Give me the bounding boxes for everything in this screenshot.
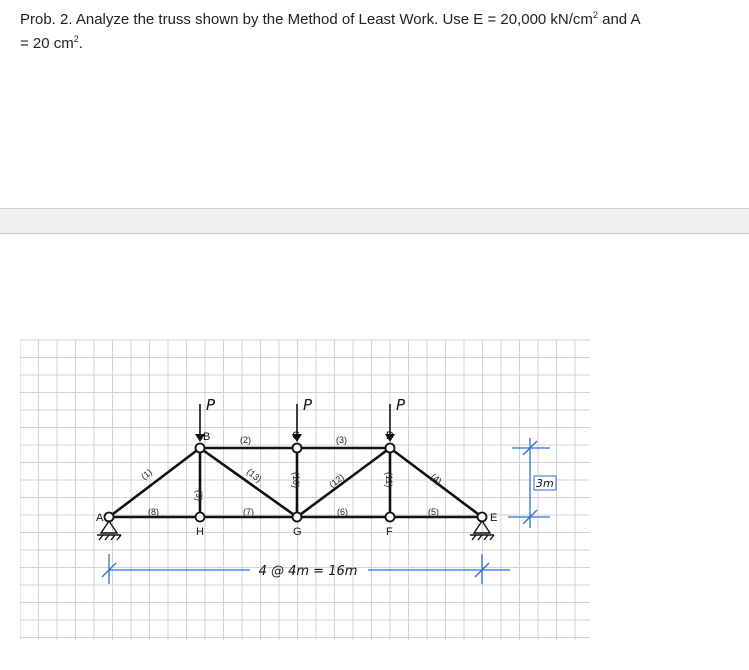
load-label-c: P (303, 396, 313, 414)
problem-text-4: . (78, 35, 83, 52)
joint-h (194, 511, 206, 523)
member-label-4: (4) (429, 472, 444, 487)
node-label-a: A (96, 512, 104, 524)
problem-text-1: Prob. 2. Analyze the truss shown by the … (20, 11, 593, 28)
joint-b (194, 442, 206, 454)
member-label-3: (3) (336, 435, 347, 445)
load-label-b: P (206, 396, 216, 414)
member-label-9: (9) (194, 490, 204, 501)
node-label-g: G (293, 526, 302, 538)
grid-paper (20, 339, 590, 640)
joint-d (384, 442, 396, 454)
member-label-6: (6) (337, 507, 348, 517)
truss-figure: P P P A B C D E F G H (1) (2) (3) (4) (5… (20, 339, 590, 640)
member-label-5: (5) (428, 507, 439, 517)
node-label-e: E (490, 512, 497, 524)
member-label-12: (12) (327, 472, 346, 490)
height-dimension-label: 3m (536, 477, 554, 490)
member-label-1: (1) (139, 467, 154, 482)
member-label-7: (7) (243, 507, 254, 517)
problem-text-2: and A (597, 11, 641, 28)
span-dimension-label: 4 @ 4m = 16m (259, 564, 358, 579)
member-label-8: (8) (148, 507, 159, 517)
load-label-d: P (396, 396, 406, 414)
section-divider (0, 208, 749, 234)
joint-c (291, 442, 303, 454)
node-label-h: H (196, 526, 204, 538)
node-label-c: C (292, 430, 300, 442)
member-label-10: (10) (291, 472, 301, 488)
member-label-2: (2) (240, 435, 251, 445)
joint-g (291, 511, 303, 523)
problem-text-3: = 20 cm (20, 35, 74, 52)
joint-f (384, 511, 396, 523)
node-label-d: D (386, 430, 394, 442)
member-label-11: (11) (384, 472, 394, 487)
node-label-f: F (386, 526, 393, 538)
node-label-b: B (203, 431, 210, 443)
problem-statement: Prob. 2. Analyze the truss shown by the … (20, 8, 735, 56)
